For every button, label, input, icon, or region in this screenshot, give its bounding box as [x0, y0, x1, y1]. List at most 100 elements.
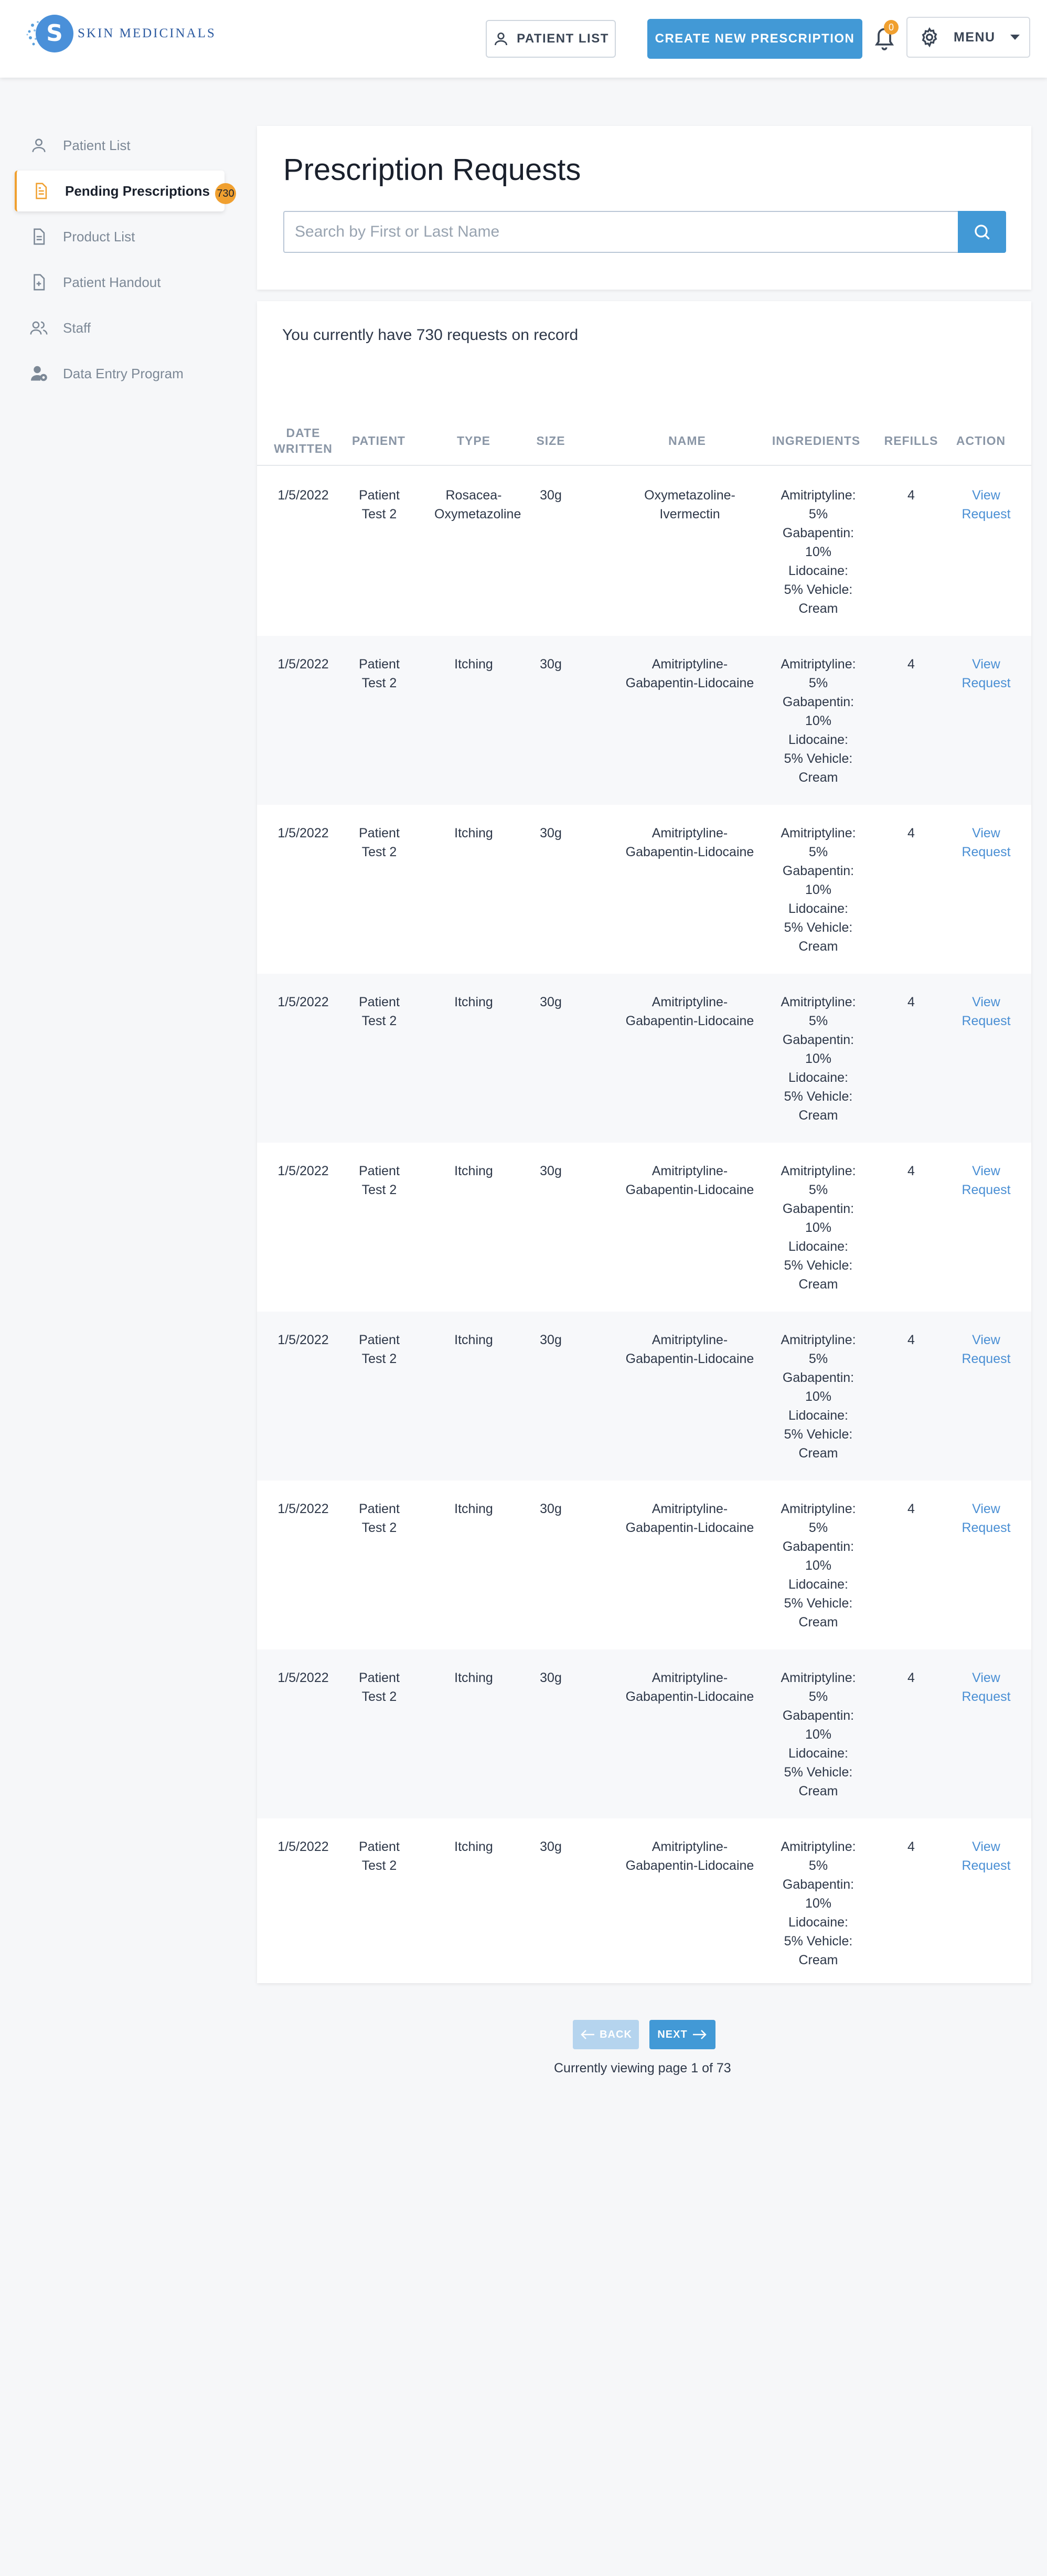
sidebar-item-data-entry-program[interactable]: Data Entry Program — [15, 353, 235, 394]
page-title: Prescription Requests — [283, 153, 581, 187]
cell-name: Amitriptyline-Gabapentin-Lidocaine — [625, 1670, 754, 1704]
table-row: 1/5/2022 Patient Test 2 Itching 30g Amitript… — [257, 1143, 1031, 1312]
notification-badge: 0 — [884, 20, 899, 35]
sidebar: Patient List Pending Prescriptions 730 P… — [15, 125, 236, 399]
column-header-action: ACTION — [956, 434, 1006, 448]
arrow-right-icon — [692, 2030, 707, 2039]
cell-type: Itching — [454, 657, 493, 672]
pagination: BACK NEXT — [573, 2020, 715, 2051]
table-row: 1/5/2022 Patient Test 2 Itching 30g Amitript… — [257, 1481, 1031, 1649]
column-header-type: TYPE — [456, 434, 491, 448]
column-header-size: SIZE — [536, 434, 565, 448]
logo-text: Skin Medicinals — [78, 26, 216, 40]
view-request-link[interactable]: View Request — [960, 1837, 1012, 1875]
cell-size: 30g — [540, 826, 562, 840]
view-request-link[interactable]: View Request — [960, 1162, 1012, 1199]
sidebar-item-label: Data Entry Program — [63, 365, 184, 381]
view-request-link[interactable]: View Request — [960, 1499, 1012, 1537]
cell-name: Oxymetazoline-Ivermectin — [644, 488, 735, 521]
view-request-link[interactable]: View Request — [960, 1668, 1012, 1706]
search-button[interactable] — [958, 211, 1006, 253]
cell-type: Itching — [454, 1164, 493, 1178]
view-request-link[interactable]: View Request — [960, 486, 1012, 524]
search-bar — [283, 211, 1006, 253]
table-row: 1/5/2022 Patient Test 2 Rosacea-Oxymetazol… — [257, 467, 1031, 636]
sidebar-item-patient-handout[interactable]: Patient Handout — [15, 262, 235, 303]
view-request-link[interactable]: View Request — [960, 993, 1012, 1030]
patient-list-label: PATIENT LIST — [517, 31, 609, 46]
cell-refills: 4 — [907, 488, 915, 503]
cell-type: Itching — [454, 1670, 493, 1685]
menu-label: MENU — [954, 29, 996, 45]
cell-size: 30g — [540, 1333, 562, 1347]
sidebar-item-pending-prescriptions[interactable]: Pending Prescriptions 730 — [15, 171, 236, 211]
top-header: S Skin Medicinals PATIENT LIST CREATE NE… — [0, 0, 1047, 78]
cell-date: 1/5/2022 — [277, 1164, 329, 1178]
table-row: 1/5/2022 Patient Test 2 Itching 30g Amitript… — [257, 1312, 1031, 1481]
cell-type: Itching — [454, 1333, 493, 1347]
cell-ingredients: Amitriptyline: 5% Gabapentin: 10% Lidoca… — [781, 1670, 856, 1798]
cell-refills: 4 — [907, 826, 915, 840]
column-header-date: DATE WRITTEN — [274, 426, 333, 455]
cell-refills: 4 — [907, 1333, 915, 1347]
sidebar-item-patient-list[interactable]: Patient List — [15, 125, 235, 166]
column-header-ingredients: INGREDIENTS — [772, 434, 861, 448]
cell-refills: 4 — [907, 1502, 915, 1516]
create-prescription-button[interactable]: CREATE NEW PRESCRIPTION — [647, 19, 862, 59]
table-row: 1/5/2022 Patient Test 2 Itching 30g Amitript… — [257, 1818, 1031, 1987]
sidebar-item-staff[interactable]: Staff — [15, 307, 235, 348]
cell-name: Amitriptyline-Gabapentin-Lidocaine — [625, 1164, 754, 1197]
cell-patient: Patient Test 2 — [359, 1670, 400, 1704]
cell-ingredients: Amitriptyline: 5% Gabapentin: 10% Lidoca… — [781, 657, 856, 785]
cell-date: 1/5/2022 — [277, 1839, 329, 1854]
cell-ingredients: Amitriptyline: 5% Gabapentin: 10% Lidoca… — [781, 1333, 856, 1461]
cell-ingredients: Amitriptyline: 5% Gabapentin: 10% Lidoca… — [781, 1164, 856, 1292]
cell-size: 30g — [540, 1502, 562, 1516]
cell-patient: Patient Test 2 — [359, 1164, 400, 1197]
cell-patient: Patient Test 2 — [359, 488, 400, 521]
cell-ingredients: Amitriptyline: 5% Gabapentin: 10% Lidoca… — [781, 1502, 856, 1630]
table-row: 1/5/2022 Patient Test 2 Itching 30g Amitript… — [257, 974, 1031, 1143]
next-button[interactable]: NEXT — [649, 2020, 715, 2049]
view-request-link[interactable]: View Request — [960, 824, 1012, 861]
search-icon — [975, 225, 990, 240]
cell-ingredients: Amitriptyline: 5% Gabapentin: 10% Lidoca… — [781, 1839, 856, 1967]
cell-name: Amitriptyline-Gabapentin-Lidocaine — [625, 995, 754, 1028]
cell-size: 30g — [540, 488, 562, 503]
cell-name: Amitriptyline-Gabapentin-Lidocaine — [625, 826, 754, 859]
view-request-link[interactable]: View Request — [960, 655, 1012, 693]
requests-card: You currently have 730 requests on recor… — [257, 301, 1031, 1983]
table-row: 1/5/2022 Patient Test 2 Itching 30g Amitript… — [257, 1649, 1031, 1818]
view-request-link[interactable]: View Request — [960, 1330, 1012, 1368]
cell-size: 30g — [540, 1164, 562, 1178]
logo-mark: S — [36, 15, 73, 52]
page-info: Currently viewing page 1 of 73 — [554, 2061, 731, 2075]
cell-patient: Patient Test 2 — [359, 1839, 400, 1873]
cell-date: 1/5/2022 — [277, 1670, 329, 1685]
search-input[interactable] — [283, 211, 958, 253]
cell-size: 30g — [540, 657, 562, 672]
table-row: 1/5/2022 Patient Test 2 Itching 30g Amitript… — [257, 636, 1031, 805]
cell-refills: 4 — [907, 1839, 915, 1854]
cell-date: 1/5/2022 — [277, 488, 329, 503]
user-icon — [28, 135, 49, 156]
column-header-patient: PATIENT — [352, 434, 405, 448]
sidebar-item-label: Staff — [63, 320, 91, 336]
logo[interactable]: S Skin Medicinals — [25, 15, 216, 52]
user-icon — [495, 33, 508, 46]
sidebar-item-product-list[interactable]: Product List — [15, 216, 235, 257]
table-header: DATE WRITTEN PATIENT TYPE SIZE NAME INGR… — [257, 416, 1031, 466]
back-button[interactable]: BACK — [573, 2020, 639, 2049]
cell-ingredients: Amitriptyline: 5% Gabapentin: 10% Lidoca… — [781, 826, 856, 954]
patient-list-button[interactable]: PATIENT LIST — [486, 20, 616, 58]
cell-date: 1/5/2022 — [277, 1502, 329, 1516]
cell-date: 1/5/2022 — [277, 657, 329, 672]
cell-refills: 4 — [907, 657, 915, 672]
cell-refills: 4 — [907, 1670, 915, 1685]
file-plus-icon — [28, 272, 49, 293]
menu-button[interactable]: MENU — [906, 17, 1030, 58]
cell-ingredients: Amitriptyline: 5% Gabapentin: 10% Lidoca… — [781, 488, 856, 616]
cell-patient: Patient Test 2 — [359, 657, 400, 690]
cell-date: 1/5/2022 — [277, 1333, 329, 1347]
column-header-refills: REFILLS — [884, 434, 938, 448]
